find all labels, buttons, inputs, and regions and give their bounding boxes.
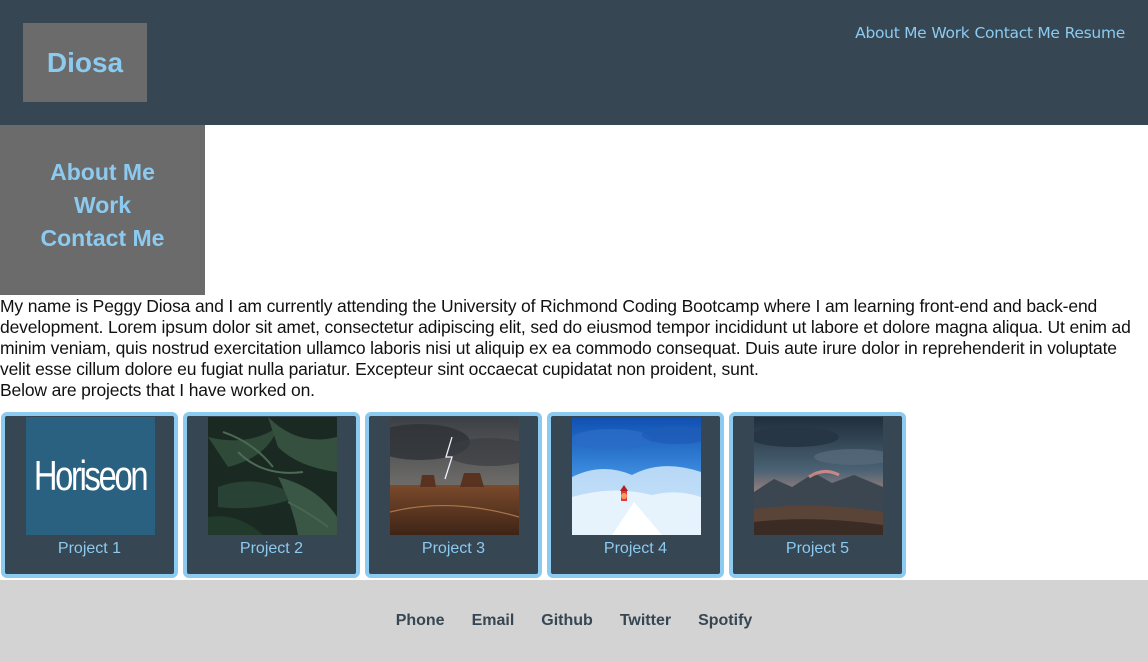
footer-link-email[interactable]: Email [472,612,515,630]
project-card-label: Project 4 [603,540,668,557]
project-4-thumbnail [572,417,701,535]
top-nav-about-me[interactable]: About Me [855,24,927,42]
project-1-thumbnail: Horiseon [26,417,155,535]
footer-link-github[interactable]: Github [541,612,593,630]
project-card-4[interactable]: Project 4 [547,412,724,578]
side-nav-contact-me[interactable]: Contact Me [41,222,165,255]
intro-paragraph: My name is Peggy Diosa and I am currentl… [0,296,1131,379]
project-5-thumbnail [754,417,883,535]
site-header: Diosa About Me Work Contact Me Resume [0,0,1148,125]
project-3-thumbnail [390,417,519,535]
project-card-label: Project 2 [239,540,304,557]
side-nav-about-me[interactable]: About Me [50,156,155,189]
project-card-label: Project 1 [57,540,122,557]
top-nav-contact-me[interactable]: Contact Me [974,24,1059,42]
site-footer: Phone Email Github Twitter Spotify [0,580,1148,661]
projects-lead-text: Below are projects that I have worked on… [0,380,315,400]
site-logo[interactable]: Diosa [23,23,147,102]
project-gallery: Horiseon Project 1 Project 2 Project 3 P… [1,412,906,580]
project-card-2[interactable]: Project 2 [183,412,360,578]
project-card-label: Project 3 [421,540,486,557]
side-nav: About Me Work Contact Me [0,125,205,295]
footer-link-spotify[interactable]: Spotify [698,612,752,630]
snowy-landscape-image [572,417,701,535]
top-nav-resume[interactable]: Resume [1065,24,1126,42]
top-nav-work[interactable]: Work [931,24,969,42]
desert-storm-image [390,417,519,535]
intro-section: My name is Peggy Diosa and I am currentl… [0,296,1148,401]
top-nav: About Me Work Contact Me Resume [855,24,1125,42]
footer-link-phone[interactable]: Phone [396,612,445,630]
project-card-label: Project 5 [785,540,850,557]
side-nav-work[interactable]: Work [74,189,131,222]
project-card-5[interactable]: Project 5 [729,412,906,578]
footer-link-twitter[interactable]: Twitter [620,612,671,630]
dusk-mountains-image [754,417,883,535]
project-2-thumbnail [208,417,337,535]
project-card-3[interactable]: Project 3 [365,412,542,578]
horiseon-logo-text: Horiseon [34,452,149,499]
project-card-1[interactable]: Horiseon Project 1 [1,412,178,578]
fern-leaves-image [208,417,337,535]
